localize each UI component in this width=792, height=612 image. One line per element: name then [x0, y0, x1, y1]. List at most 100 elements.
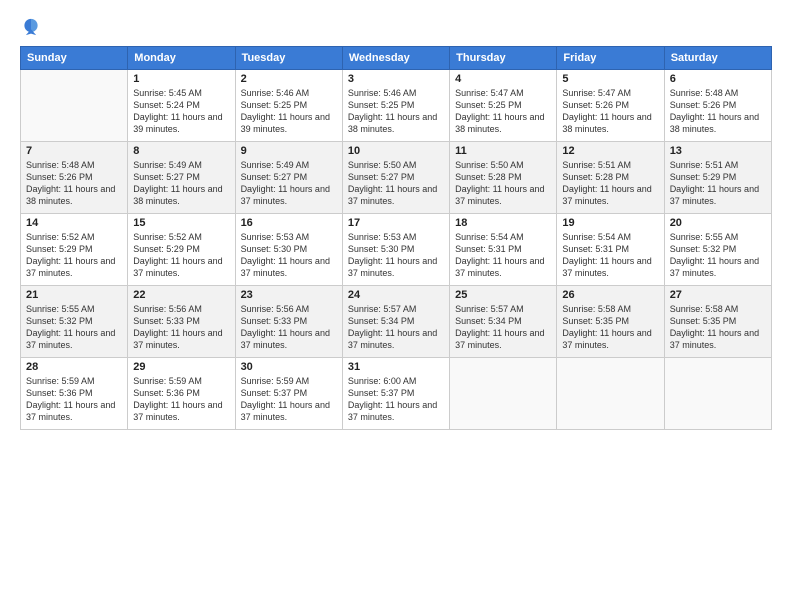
- week-row-1: 1 Sunrise: 5:45 AMSunset: 5:24 PMDaylight…: [21, 70, 772, 142]
- day-cell: 5Sunrise: 5:47 AMSunset: 5:26 PMDaylight…: [557, 70, 664, 142]
- day-number: 14: [26, 217, 122, 229]
- day-cell: 6 Sunrise: 5:48 AMSunset: 5:26 PMDaylight…: [664, 70, 771, 142]
- day-number: 21: [26, 289, 122, 301]
- calendar: SundayMondayTuesdayWednesdayThursdayFrid…: [20, 46, 772, 430]
- logo-icon: [20, 16, 42, 38]
- day-number: 9: [241, 145, 337, 157]
- week-row-2: 7Sunrise: 5:48 AMSunset: 5:26 PMDaylight…: [21, 142, 772, 214]
- day-info: Sunrise: 5:45 AMSunset: 5:24 PMDaylight:…: [133, 87, 229, 136]
- day-number: 26: [562, 289, 658, 301]
- day-number: 22: [133, 289, 229, 301]
- day-cell: [557, 358, 664, 430]
- day-info: Sunrise: 5:47 AMSunset: 5:25 PMDaylight:…: [455, 87, 551, 136]
- day-number: 13: [670, 145, 766, 157]
- day-info: Sunrise: 5:55 AMSunset: 5:32 PMDaylight:…: [670, 231, 766, 280]
- day-info: Sunrise: 5:57 AMSunset: 5:34 PMDaylight:…: [348, 303, 444, 352]
- day-info: Sunrise: 5:46 AMSunset: 5:25 PMDaylight:…: [241, 87, 337, 136]
- day-info: Sunrise: 5:55 AMSunset: 5:32 PMDaylight:…: [26, 303, 122, 352]
- day-info: Sunrise: 5:51 AMSunset: 5:28 PMDaylight:…: [562, 159, 658, 208]
- day-cell: 12 Sunrise: 5:51 AMSunset: 5:28 PMDayligh…: [557, 142, 664, 214]
- calendar-body: 1 Sunrise: 5:45 AMSunset: 5:24 PMDaylight…: [21, 70, 772, 430]
- header: [20, 16, 772, 38]
- day-number: 19: [562, 217, 658, 229]
- week-row-3: 14 Sunrise: 5:52 AMSunset: 5:29 PMDayligh…: [21, 214, 772, 286]
- day-cell: 3Sunrise: 5:46 AMSunset: 5:25 PMDaylight…: [342, 70, 449, 142]
- day-cell: [664, 358, 771, 430]
- day-cell: 17 Sunrise: 5:53 AMSunset: 5:30 PMDayligh…: [342, 214, 449, 286]
- day-info: Sunrise: 5:49 AMSunset: 5:27 PMDaylight:…: [133, 159, 229, 208]
- day-info: Sunrise: 5:49 AMSunset: 5:27 PMDaylight:…: [241, 159, 337, 208]
- day-cell: 27Sunrise: 5:58 AMSunset: 5:35 PMDayligh…: [664, 286, 771, 358]
- day-info: Sunrise: 5:56 AMSunset: 5:33 PMDaylight:…: [241, 303, 337, 352]
- day-info: Sunrise: 5:53 AMSunset: 5:30 PMDaylight:…: [241, 231, 337, 280]
- day-info: Sunrise: 5:48 AMSunset: 5:26 PMDaylight:…: [670, 87, 766, 136]
- day-cell: 7Sunrise: 5:48 AMSunset: 5:26 PMDaylight…: [21, 142, 128, 214]
- day-cell: 18 Sunrise: 5:54 AMSunset: 5:31 PMDayligh…: [450, 214, 557, 286]
- day-number: 6: [670, 73, 766, 85]
- day-number: 23: [241, 289, 337, 301]
- day-number: 4: [455, 73, 551, 85]
- day-cell: 8Sunrise: 5:49 AMSunset: 5:27 PMDaylight…: [128, 142, 235, 214]
- day-info: Sunrise: 5:47 AMSunset: 5:26 PMDaylight:…: [562, 87, 658, 136]
- day-info: Sunrise: 5:48 AMSunset: 5:26 PMDaylight:…: [26, 159, 122, 208]
- col-header-tuesday: Tuesday: [235, 47, 342, 70]
- day-info: Sunrise: 5:59 AMSunset: 5:36 PMDaylight:…: [26, 375, 122, 424]
- day-info: Sunrise: 6:00 AMSunset: 5:37 PMDaylight:…: [348, 375, 444, 424]
- day-number: 10: [348, 145, 444, 157]
- day-info: Sunrise: 5:58 AMSunset: 5:35 PMDaylight:…: [670, 303, 766, 352]
- day-number: 30: [241, 361, 337, 373]
- day-info: Sunrise: 5:54 AMSunset: 5:31 PMDaylight:…: [455, 231, 551, 280]
- day-number: 1: [133, 73, 229, 85]
- day-info: Sunrise: 5:57 AMSunset: 5:34 PMDaylight:…: [455, 303, 551, 352]
- day-cell: 15Sunrise: 5:52 AMSunset: 5:29 PMDayligh…: [128, 214, 235, 286]
- day-info: Sunrise: 5:53 AMSunset: 5:30 PMDaylight:…: [348, 231, 444, 280]
- day-cell: 21 Sunrise: 5:55 AMSunset: 5:32 PMDayligh…: [21, 286, 128, 358]
- day-info: Sunrise: 5:56 AMSunset: 5:33 PMDaylight:…: [133, 303, 229, 352]
- day-info: Sunrise: 5:59 AMSunset: 5:36 PMDaylight:…: [133, 375, 229, 424]
- day-number: 17: [348, 217, 444, 229]
- col-header-monday: Monday: [128, 47, 235, 70]
- week-row-4: 21 Sunrise: 5:55 AMSunset: 5:32 PMDayligh…: [21, 286, 772, 358]
- day-cell: 16 Sunrise: 5:53 AMSunset: 5:30 PMDayligh…: [235, 214, 342, 286]
- calendar-header: SundayMondayTuesdayWednesdayThursdayFrid…: [21, 47, 772, 70]
- day-cell: 2 Sunrise: 5:46 AMSunset: 5:25 PMDaylight…: [235, 70, 342, 142]
- day-number: 2: [241, 73, 337, 85]
- day-cell: 11 Sunrise: 5:50 AMSunset: 5:28 PMDayligh…: [450, 142, 557, 214]
- page: SundayMondayTuesdayWednesdayThursdayFrid…: [0, 0, 792, 612]
- day-number: 16: [241, 217, 337, 229]
- day-cell: [21, 70, 128, 142]
- col-header-sunday: Sunday: [21, 47, 128, 70]
- day-info: Sunrise: 5:59 AMSunset: 5:37 PMDaylight:…: [241, 375, 337, 424]
- day-cell: 19 Sunrise: 5:54 AMSunset: 5:31 PMDayligh…: [557, 214, 664, 286]
- day-cell: 13 Sunrise: 5:51 AMSunset: 5:29 PMDayligh…: [664, 142, 771, 214]
- day-cell: 28 Sunrise: 5:59 AMSunset: 5:36 PMDayligh…: [21, 358, 128, 430]
- day-cell: 10 Sunrise: 5:50 AMSunset: 5:27 PMDayligh…: [342, 142, 449, 214]
- day-number: 25: [455, 289, 551, 301]
- day-info: Sunrise: 5:50 AMSunset: 5:27 PMDaylight:…: [348, 159, 444, 208]
- day-cell: 9 Sunrise: 5:49 AMSunset: 5:27 PMDaylight…: [235, 142, 342, 214]
- day-cell: 29 Sunrise: 5:59 AMSunset: 5:36 PMDayligh…: [128, 358, 235, 430]
- header-row: SundayMondayTuesdayWednesdayThursdayFrid…: [21, 47, 772, 70]
- day-info: Sunrise: 5:54 AMSunset: 5:31 PMDaylight:…: [562, 231, 658, 280]
- day-info: Sunrise: 5:52 AMSunset: 5:29 PMDaylight:…: [26, 231, 122, 280]
- day-cell: 14 Sunrise: 5:52 AMSunset: 5:29 PMDayligh…: [21, 214, 128, 286]
- day-cell: 22 Sunrise: 5:56 AMSunset: 5:33 PMDayligh…: [128, 286, 235, 358]
- day-cell: 25 Sunrise: 5:57 AMSunset: 5:34 PMDayligh…: [450, 286, 557, 358]
- day-cell: [450, 358, 557, 430]
- day-cell: 30 Sunrise: 5:59 AMSunset: 5:37 PMDayligh…: [235, 358, 342, 430]
- day-number: 29: [133, 361, 229, 373]
- day-cell: 20 Sunrise: 5:55 AMSunset: 5:32 PMDayligh…: [664, 214, 771, 286]
- day-number: 20: [670, 217, 766, 229]
- day-number: 24: [348, 289, 444, 301]
- day-number: 12: [562, 145, 658, 157]
- day-number: 18: [455, 217, 551, 229]
- week-row-5: 28 Sunrise: 5:59 AMSunset: 5:36 PMDayligh…: [21, 358, 772, 430]
- day-info: Sunrise: 5:50 AMSunset: 5:28 PMDaylight:…: [455, 159, 551, 208]
- day-info: Sunrise: 5:51 AMSunset: 5:29 PMDaylight:…: [670, 159, 766, 208]
- day-info: Sunrise: 5:46 AMSunset: 5:25 PMDaylight:…: [348, 87, 444, 136]
- day-number: 15: [133, 217, 229, 229]
- day-number: 28: [26, 361, 122, 373]
- day-number: 31: [348, 361, 444, 373]
- col-header-thursday: Thursday: [450, 47, 557, 70]
- day-number: 11: [455, 145, 551, 157]
